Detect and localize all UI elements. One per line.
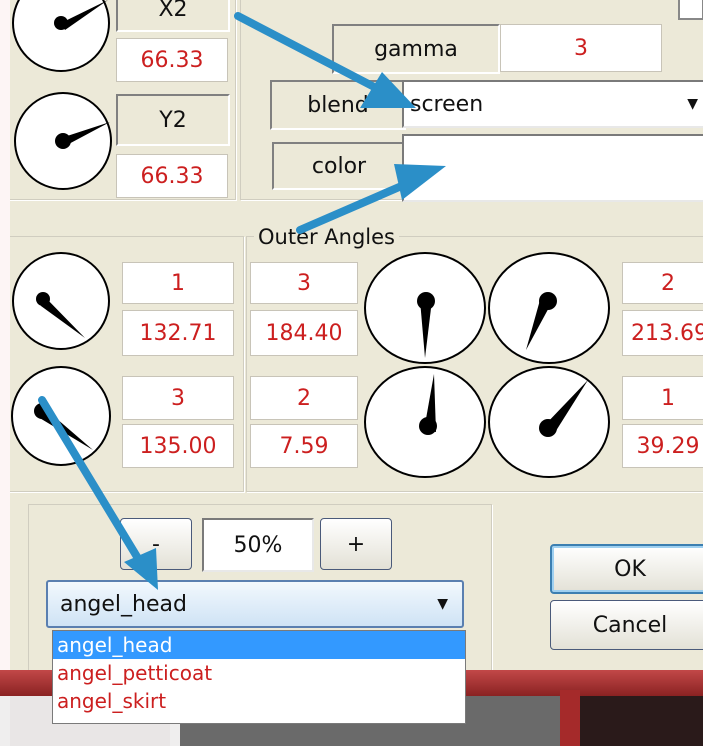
chevron-down-icon: ▼ [687, 96, 698, 112]
blend-label-text: blend [307, 92, 369, 118]
gamma-label-text: gamma [374, 36, 458, 62]
left-1-index[interactable]: 1 [122, 262, 234, 304]
right-a1-index-text: 3 [297, 270, 311, 296]
x2-label-text: X2 [158, 0, 188, 22]
dial-x2-icon[interactable] [10, 0, 112, 74]
blend-select-value: screen [410, 91, 484, 117]
blend-select[interactable]: screen ▼ [402, 80, 703, 128]
ok-button[interactable]: OK [550, 544, 703, 594]
part-dropdown-list: angel_head angel_petticoat angel_skirt [52, 630, 466, 724]
outer-angles-title: Outer Angles [254, 225, 400, 249]
x2-label: X2 [116, 0, 230, 32]
dropdown-option-angel-skirt[interactable]: angel_skirt [53, 687, 465, 715]
ok-button-label: OK [614, 556, 646, 582]
x2-value-text: 66.33 [140, 47, 204, 73]
right-b2-value-text: 39.29 [636, 433, 700, 459]
part-select-value: angel_head [60, 591, 187, 617]
left-1-index-text: 1 [171, 270, 185, 296]
part-select[interactable]: angel_head ▼ [46, 580, 464, 628]
dropdown-option-angel-head[interactable]: angel_head [53, 631, 465, 659]
cancel-button-label: Cancel [592, 612, 668, 638]
dial-right-b1-icon[interactable] [486, 250, 612, 366]
right-a1-index[interactable]: 3 [250, 262, 358, 304]
cancel-button[interactable]: Cancel [550, 600, 703, 650]
left-1-value-text: 132.71 [139, 320, 217, 346]
right-a2-index[interactable]: 2 [250, 376, 358, 420]
right-b1-value[interactable]: 213.69 [622, 310, 703, 356]
right-b2-value[interactable]: 39.29 [622, 424, 703, 468]
dial-left-3-icon[interactable] [10, 364, 114, 468]
y2-label: Y2 [116, 94, 230, 146]
dropdown-option-angel-petticoat[interactable]: angel_petticoat [53, 659, 465, 687]
gamma-value[interactable]: 3 [500, 24, 662, 72]
zoom-level-text: 50% [233, 532, 283, 558]
left-3-value[interactable]: 135.00 [122, 424, 234, 468]
y2-value-text: 66.33 [140, 163, 204, 189]
color-label-text: color [311, 153, 367, 179]
zoom-out-label: - [152, 531, 160, 557]
dial-left-1-icon[interactable] [10, 250, 112, 352]
chevron-down-icon: ▼ [437, 596, 448, 612]
background-panel-right [580, 696, 703, 746]
right-b1-index-text: 2 [661, 270, 675, 296]
x2-value[interactable]: 66.33 [116, 38, 228, 82]
right-b2-index-text: 1 [661, 385, 675, 411]
right-a2-value-text: 7.59 [279, 433, 329, 459]
left-3-value-text: 135.00 [139, 433, 217, 459]
left-3-index[interactable]: 3 [122, 376, 234, 420]
right-b1-value-text: 213.69 [631, 320, 703, 346]
dial-y2-icon[interactable] [12, 90, 114, 192]
right-a1-value-text: 184.40 [265, 320, 343, 346]
left-3-index-text: 3 [171, 385, 185, 411]
blend-label: blend [270, 80, 406, 130]
checkbox-icon[interactable] [678, 0, 703, 20]
zoom-out-button[interactable]: - [120, 518, 192, 570]
right-a1-value[interactable]: 184.40 [250, 310, 358, 356]
zoom-in-button[interactable]: + [320, 518, 392, 570]
right-b1-index[interactable]: 2 [622, 262, 703, 304]
color-label: color [272, 142, 406, 190]
y2-value[interactable]: 66.33 [116, 154, 228, 198]
right-a2-index-text: 2 [297, 385, 311, 411]
color-field[interactable] [402, 134, 703, 202]
dial-right-a2-icon[interactable] [362, 364, 488, 480]
right-a2-value[interactable]: 7.59 [250, 424, 358, 468]
right-b2-index[interactable]: 1 [622, 376, 703, 420]
dial-right-a1-icon[interactable] [362, 250, 488, 366]
zoom-in-label: + [346, 531, 366, 557]
dial-right-b2-icon[interactable] [486, 364, 612, 480]
left-1-value[interactable]: 132.71 [122, 310, 234, 356]
zoom-level-field[interactable]: 50% [202, 518, 314, 572]
background-panel-accent [560, 690, 580, 746]
y2-label-text: Y2 [159, 107, 187, 133]
gamma-value-text: 3 [574, 35, 588, 61]
gamma-label: gamma [332, 24, 500, 74]
